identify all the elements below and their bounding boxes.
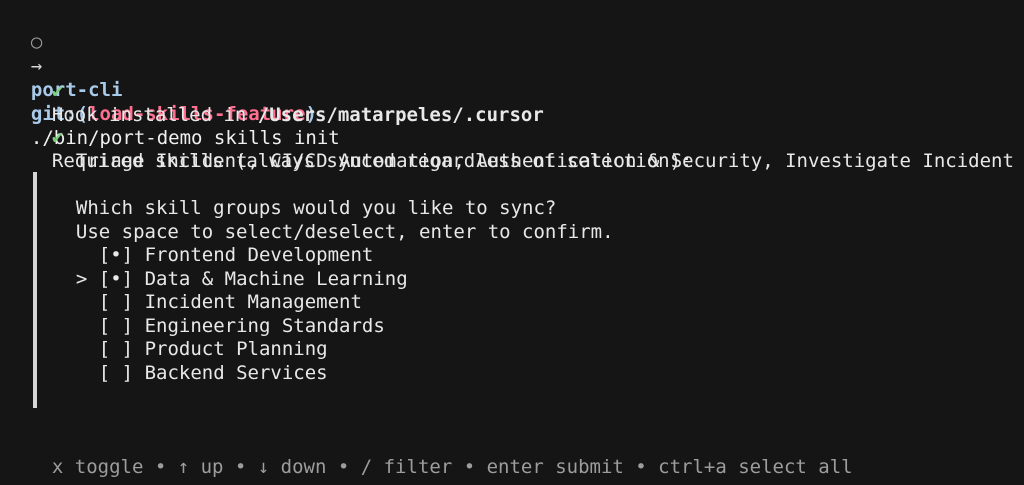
keybinding-help: x toggle • ↑ up • ↓ down • / filter • en… — [29, 431, 853, 478]
prompt-box-border — [33, 172, 37, 408]
selection-question: Which skill groups would you like to syn… — [53, 172, 556, 219]
cursor-space — [76, 362, 99, 384]
option-label: Backend Services — [144, 362, 328, 384]
help-text: x toggle • ↑ up • ↓ down • / filter • en… — [51, 456, 853, 478]
option-engineering-standards[interactable]: [ ] Engineering Standards — [53, 290, 385, 337]
required-skills-list: Triage Incident, CI/CD Automation, Authe… — [53, 125, 1014, 172]
option-product-planning[interactable]: [ ] Product Planning — [53, 313, 328, 360]
option-incident-management[interactable]: [ ] Incident Management — [53, 266, 362, 313]
check-icon: ✔ — [51, 80, 64, 102]
required-line: ✔ Required skills (always synced regardl… — [29, 101, 693, 172]
option-data-machine-learning[interactable]: > [•] Data & Machine Learning — [53, 243, 408, 290]
option-backend-services[interactable]: [ ] Backend Services — [53, 337, 328, 384]
option-frontend-development[interactable]: [•] Frontend Development — [53, 219, 374, 266]
required-skills: Triage Incident, CI/CD Automation, Authe… — [75, 150, 1014, 172]
hook-line: ✔ Hook installed in /Users/matarpeles/.c… — [29, 55, 544, 126]
selection-instructions: Use space to select/deselect, enter to c… — [53, 196, 614, 243]
checkbox[interactable]: [ ] — [99, 362, 133, 384]
prompt-line: ○ → port-cli git:(load-skills-feature) .… — [8, 6, 340, 149]
prompt-circle-icon: ○ — [30, 31, 43, 53]
